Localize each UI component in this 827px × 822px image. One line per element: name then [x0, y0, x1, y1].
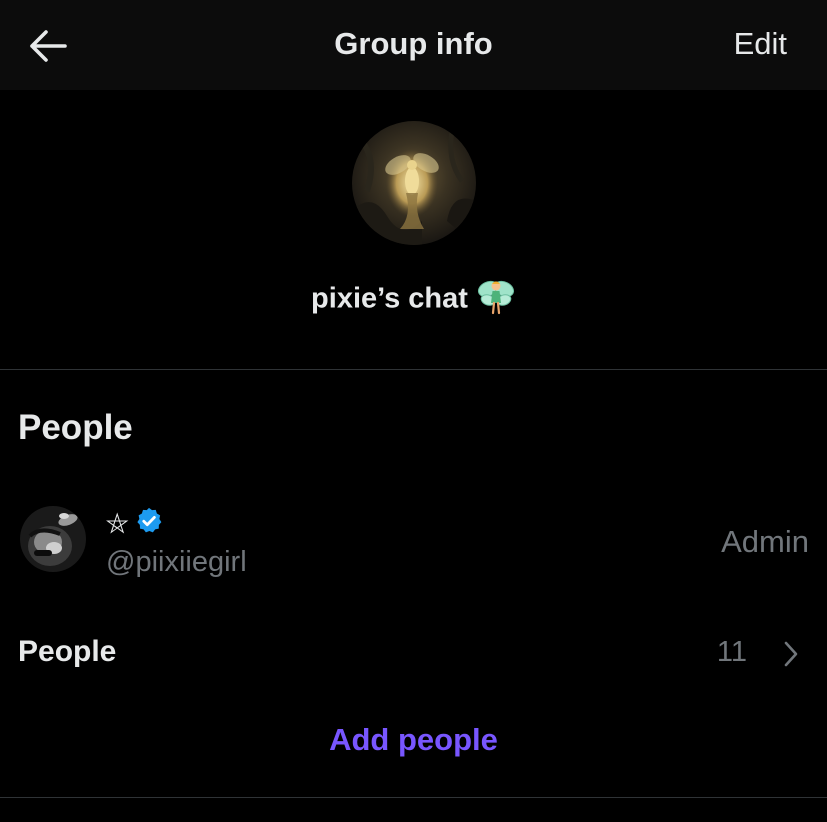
- avatar: [20, 506, 86, 572]
- group-avatar[interactable]: [352, 121, 476, 245]
- fairy-icon: [476, 276, 516, 324]
- people-row-label: People: [18, 635, 117, 668]
- group-info-screen: Group info Edit pixie’s chat People ⛤ @p…: [0, 0, 827, 822]
- group-name: pixie’s chat: [0, 276, 827, 324]
- edit-button[interactable]: Edit: [734, 26, 787, 62]
- page-title: Group info: [334, 26, 493, 61]
- people-count: 11: [716, 636, 747, 668]
- divider: [0, 369, 827, 370]
- people-list-row[interactable]: People 11: [0, 620, 827, 686]
- top-bar: Group info Edit: [0, 0, 827, 90]
- member-display-name: ⛤: [106, 506, 164, 543]
- people-section-title: People: [18, 408, 133, 447]
- member-handle: @piixiiegirl: [106, 546, 247, 578]
- add-people-button[interactable]: Add people: [0, 722, 827, 758]
- dark-portrait-image: [20, 506, 86, 572]
- divider: [0, 797, 827, 798]
- verified-badge-icon: [134, 506, 164, 543]
- chevron-right-icon: [784, 641, 798, 667]
- fairy-forest-image: [352, 121, 476, 245]
- group-name-text: pixie’s chat: [311, 282, 468, 315]
- admin-badge: Admin: [721, 524, 809, 559]
- member-row[interactable]: ⛤ @piixiiegirl Admin: [0, 492, 827, 592]
- member-name-text: ⛤: [106, 508, 129, 539]
